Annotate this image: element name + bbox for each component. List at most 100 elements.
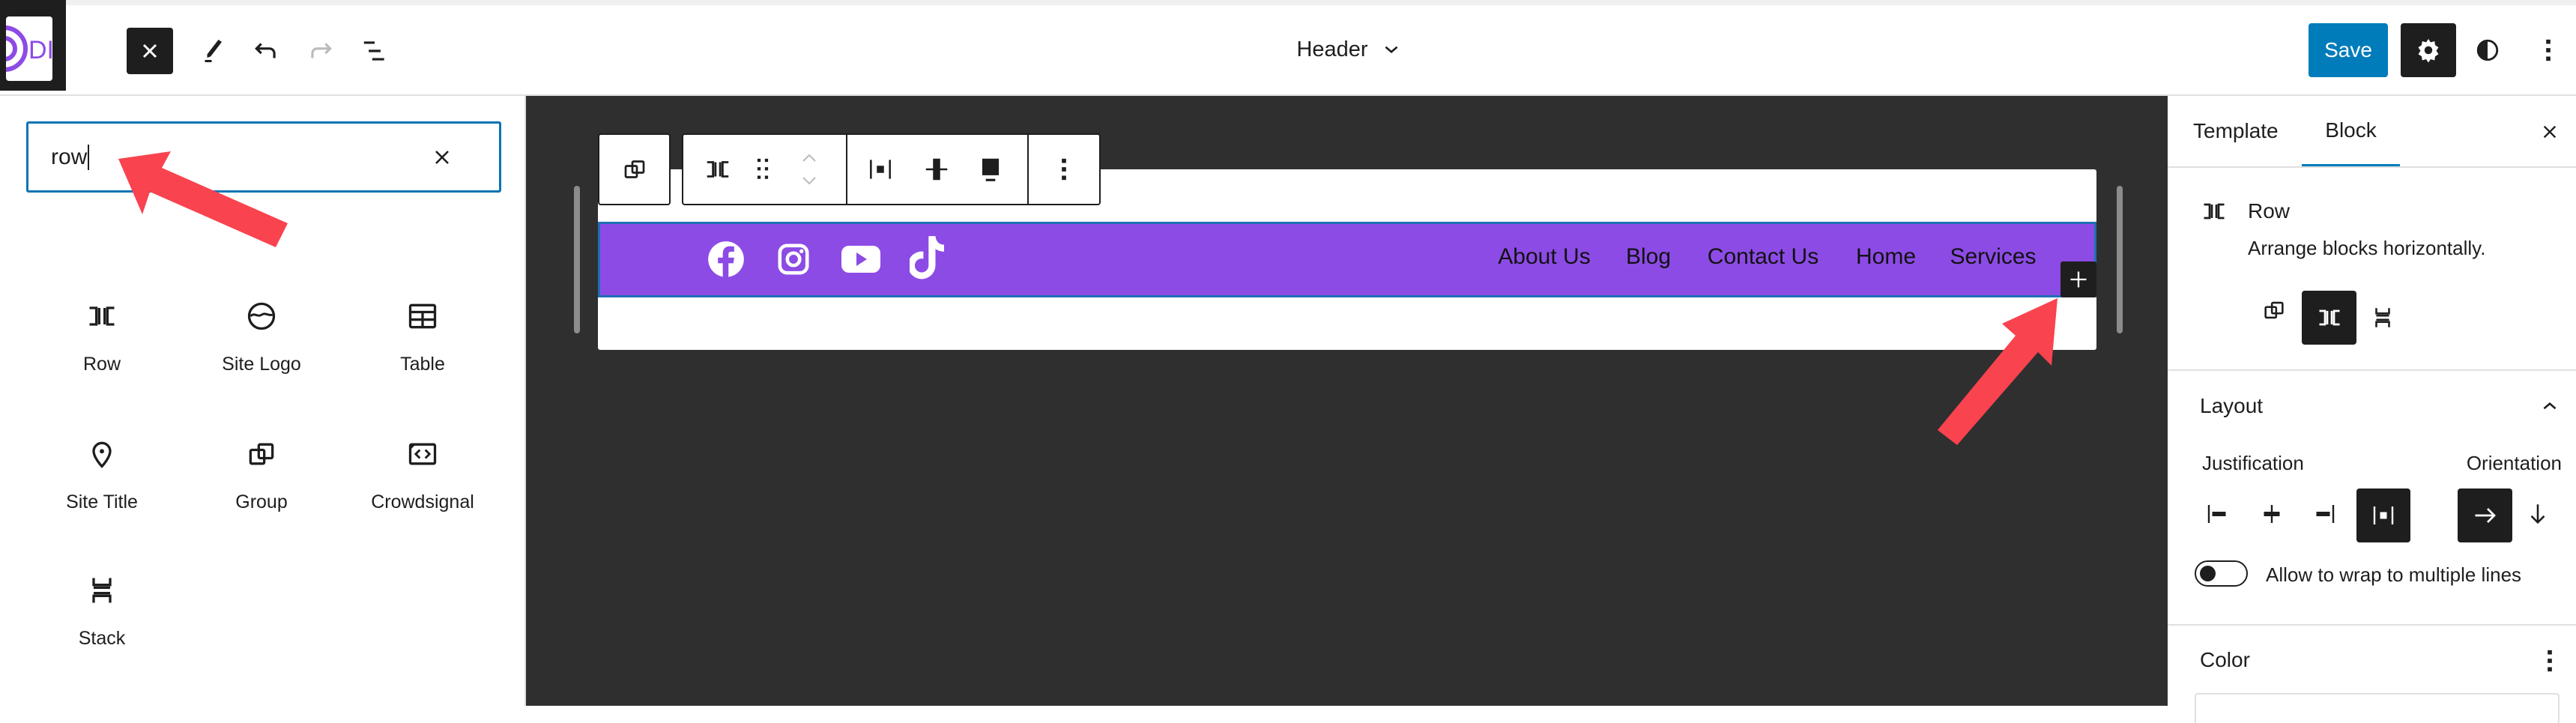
undo-icon bbox=[255, 43, 276, 58]
site-logo-button[interactable]: DI bbox=[0, 0, 66, 91]
stack-icon bbox=[92, 578, 112, 603]
more-vertical-icon bbox=[2546, 39, 2551, 61]
block-label: Table bbox=[400, 354, 445, 375]
plus-icon bbox=[2070, 271, 2087, 288]
drag-handle[interactable] bbox=[748, 151, 778, 187]
style-contrast-button[interactable] bbox=[2470, 32, 2506, 68]
divider bbox=[2168, 166, 2576, 168]
nav-link-home[interactable]: Home bbox=[1856, 244, 1916, 270]
site-logo-icon bbox=[247, 302, 276, 330]
block-options-button[interactable] bbox=[1049, 151, 1079, 187]
block-label: Crowdsignal bbox=[371, 491, 474, 512]
settings-button[interactable] bbox=[2401, 23, 2456, 77]
justify-space-between-button[interactable] bbox=[2356, 488, 2410, 542]
toolbar-divider bbox=[1027, 135, 1029, 204]
block-label: Site Title bbox=[66, 491, 138, 512]
vertical-alignment-button[interactable] bbox=[919, 151, 955, 187]
block-item-table[interactable]: Table bbox=[348, 300, 498, 375]
list-view-icon bbox=[363, 41, 384, 61]
svg-text:DI: DI bbox=[28, 36, 52, 64]
canvas-resize-handle-left[interactable] bbox=[574, 186, 580, 333]
justify-center-button[interactable] bbox=[2254, 493, 2290, 535]
list-view-button[interactable] bbox=[357, 33, 393, 69]
logo-image: DI bbox=[6, 16, 52, 81]
block-label: Group bbox=[235, 491, 288, 512]
block-item-site-logo[interactable]: Site Logo bbox=[187, 300, 336, 375]
block-label: Site Logo bbox=[222, 354, 301, 375]
block-item-stack[interactable]: Stack bbox=[27, 574, 177, 650]
redo-button[interactable] bbox=[303, 33, 339, 69]
group-icon bbox=[2264, 301, 2284, 319]
block-item-group[interactable]: Group bbox=[187, 438, 336, 513]
text-caret bbox=[88, 144, 90, 170]
tiktok-icon bbox=[910, 236, 944, 279]
wrap-toggle[interactable] bbox=[2195, 560, 2248, 587]
add-block-button[interactable] bbox=[2061, 261, 2096, 297]
search-value: row bbox=[51, 144, 88, 169]
transform-to-group-button[interactable] bbox=[2259, 292, 2289, 328]
tab-block[interactable]: Block bbox=[2302, 96, 2400, 166]
block-width-button[interactable] bbox=[973, 151, 1009, 187]
justify-space-between-icon bbox=[870, 160, 891, 179]
tab-template[interactable]: Template bbox=[2193, 96, 2279, 166]
move-up-button[interactable] bbox=[794, 147, 824, 168]
toolbar-divider bbox=[846, 135, 847, 204]
instagram-icon bbox=[778, 243, 809, 275]
close-sidebar-button[interactable] bbox=[2532, 114, 2568, 150]
select-parent-block-button[interactable] bbox=[598, 133, 671, 205]
move-down-button[interactable] bbox=[794, 171, 824, 192]
color-settings-box[interactable] bbox=[2195, 693, 2560, 723]
row-icon bbox=[707, 161, 729, 178]
orientation-vertical-button[interactable] bbox=[2520, 493, 2556, 535]
nav-link-about-us[interactable]: About Us bbox=[1498, 244, 1590, 270]
arrow-right-icon bbox=[2475, 508, 2496, 523]
nav-link-blog[interactable]: Blog bbox=[1626, 244, 1671, 270]
canvas-resize-handle-right[interactable] bbox=[2117, 186, 2123, 333]
nav-link-contact-us[interactable]: Contact Us bbox=[1708, 244, 1818, 270]
variation-stack-button[interactable] bbox=[2368, 300, 2398, 336]
social-link-tiktok[interactable] bbox=[907, 235, 946, 282]
save-button[interactable]: Save bbox=[2309, 23, 2388, 77]
youtube-icon bbox=[841, 246, 880, 273]
chevron-down-icon bbox=[802, 177, 816, 185]
color-panel-title: Color bbox=[2200, 648, 2250, 671]
block-item-site-title[interactable]: Site Title bbox=[27, 438, 177, 513]
orientation-horizontal-button[interactable] bbox=[2458, 488, 2512, 542]
align-full-width-icon bbox=[982, 158, 1000, 181]
row-icon bbox=[2204, 203, 2225, 220]
more-vertical-icon bbox=[1062, 158, 1066, 181]
justify-left-button[interactable] bbox=[2200, 493, 2236, 535]
justification-toolbar-button[interactable] bbox=[862, 151, 898, 187]
block-type-switcher[interactable] bbox=[700, 151, 736, 187]
map-marker-icon bbox=[92, 441, 112, 468]
nav-link-services[interactable]: Services bbox=[1950, 244, 2036, 270]
options-menu-button[interactable] bbox=[2533, 32, 2564, 68]
justification-label: Justification bbox=[2202, 452, 2304, 474]
social-link-instagram[interactable] bbox=[775, 241, 811, 277]
align-center-icon bbox=[925, 158, 948, 181]
layout-panel-title: Layout bbox=[2200, 394, 2264, 417]
social-link-youtube[interactable] bbox=[841, 241, 880, 277]
justify-right-button[interactable] bbox=[2306, 493, 2342, 535]
divider bbox=[2168, 369, 2576, 371]
block-item-crowdsignal[interactable]: Crowdsignal bbox=[348, 438, 498, 513]
row-icon bbox=[2319, 309, 2339, 326]
social-link-facebook[interactable] bbox=[707, 240, 746, 279]
wrap-label: Allow to wrap to multiple lines bbox=[2266, 563, 2522, 586]
gear-icon bbox=[2418, 39, 2439, 63]
drag-handle-icon bbox=[757, 158, 769, 179]
document-title: Header bbox=[1296, 37, 1368, 61]
stack-icon bbox=[2375, 308, 2390, 327]
layout-panel-toggle[interactable] bbox=[2532, 388, 2568, 424]
variation-row-button[interactable] bbox=[2302, 291, 2356, 345]
tools-button[interactable] bbox=[195, 33, 231, 69]
pencil-icon bbox=[205, 40, 222, 62]
color-options-button[interactable] bbox=[2532, 643, 2568, 679]
block-item-row[interactable]: Row bbox=[27, 300, 177, 375]
clear-search-button[interactable] bbox=[424, 139, 460, 175]
undo-button[interactable] bbox=[248, 33, 284, 69]
close-icon bbox=[2543, 125, 2557, 139]
document-title-dropdown[interactable]: Header bbox=[1274, 33, 1424, 66]
close-inserter-button[interactable] bbox=[127, 28, 173, 74]
orientation-label: Orientation bbox=[2466, 452, 2562, 474]
